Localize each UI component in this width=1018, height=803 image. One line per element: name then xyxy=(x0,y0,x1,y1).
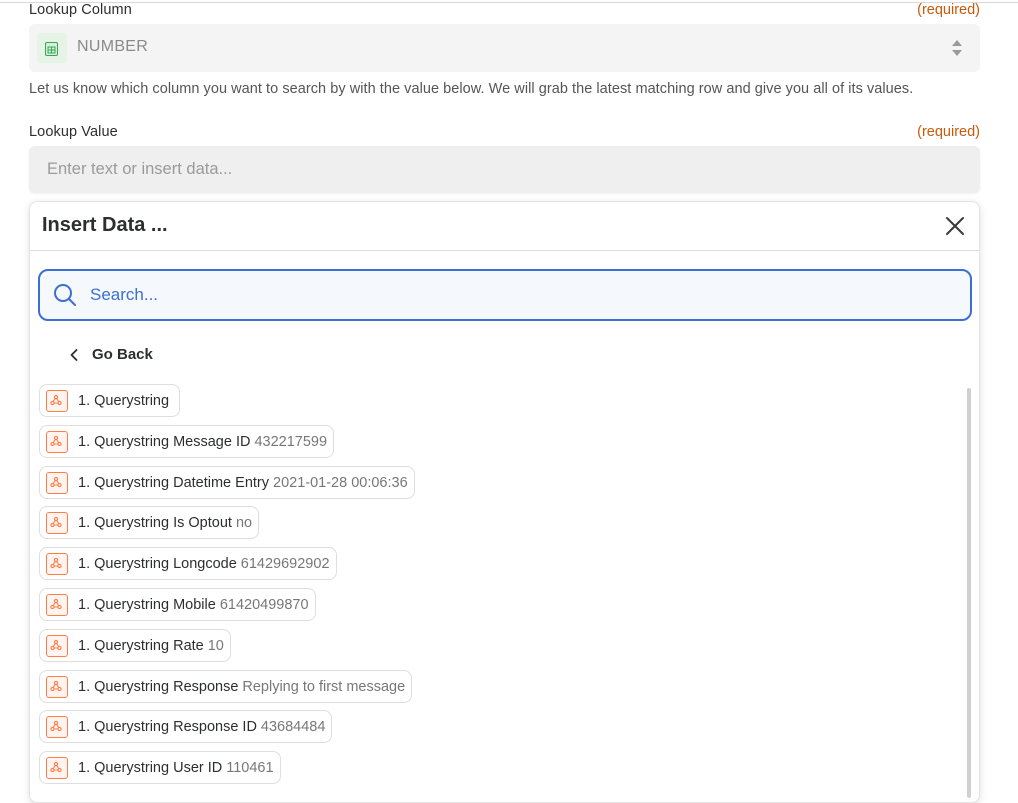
search-input[interactable] xyxy=(88,282,952,308)
data-item[interactable]: 1. Querystring xyxy=(39,384,181,417)
data-item[interactable]: 1. Querystring Response Replying to first… xyxy=(39,670,413,703)
data-item-label: 1. Querystring Is Optout xyxy=(78,514,232,531)
insert-data-panel: Insert Data ... Go Back 1. Querystring 1.… xyxy=(29,201,980,803)
webhook-icon xyxy=(46,675,68,698)
lookup-value-label: Lookup Value xyxy=(29,124,118,140)
data-item-value: Replying to first message xyxy=(242,678,406,695)
data-item-label: 1. Querystring Longcode xyxy=(78,555,237,572)
panel-title: Insert Data ... xyxy=(42,214,168,236)
webhook-icon xyxy=(46,715,68,738)
search-icon xyxy=(54,284,76,306)
lookup-column-label: Lookup Column xyxy=(29,2,132,18)
data-item-value: 10 xyxy=(207,637,224,654)
lookup-column-select[interactable]: NUMBER xyxy=(29,24,980,72)
data-item[interactable]: 1. Querystring Rate 10 xyxy=(39,629,231,662)
data-item-value: 61429692902 xyxy=(240,555,330,572)
webhook-icon xyxy=(46,593,68,616)
webhook-icon xyxy=(46,552,68,575)
lookup-column-value: NUMBER xyxy=(77,38,149,55)
top-divider xyxy=(0,2,1018,3)
go-back-button[interactable]: Go Back xyxy=(70,346,153,363)
lookup-value-placeholder: Enter text or insert data... xyxy=(47,160,233,178)
data-item[interactable]: 1. Querystring Mobile 61420499870 xyxy=(39,588,316,621)
webhook-icon xyxy=(46,430,68,453)
data-item-value: 43684484 xyxy=(260,718,326,735)
panel-divider xyxy=(30,250,979,251)
search-box[interactable] xyxy=(38,269,972,321)
webhook-icon xyxy=(46,756,68,779)
select-arrows-icon xyxy=(952,40,962,56)
scrollbar[interactable] xyxy=(967,388,971,798)
data-item[interactable]: 1. Querystring Datetime Entry 2021-01-28 … xyxy=(39,466,415,499)
data-item-label: 1. Querystring xyxy=(78,392,170,409)
data-item-value: 110461 xyxy=(226,759,274,776)
data-item-value: no xyxy=(235,514,253,531)
lookup-value-input[interactable]: Enter text or insert data... xyxy=(29,146,980,193)
lookup-column-help: Let us know which column you want to sea… xyxy=(29,81,914,97)
chevron-left-icon xyxy=(70,348,78,361)
data-item[interactable]: 1. Querystring User ID 110461 xyxy=(39,751,281,784)
data-item-label: 1. Querystring User ID xyxy=(78,759,223,776)
data-item[interactable]: 1. Querystring Is Optout no xyxy=(39,506,260,539)
data-item-label: 1. Querystring Response ID xyxy=(78,718,257,735)
data-item-value: 2021-01-28 00:06:36 xyxy=(273,474,408,491)
data-item[interactable]: 1. Querystring Message ID 432217599 xyxy=(39,425,335,458)
go-back-label: Go Back xyxy=(92,346,153,363)
data-item-value: 61420499870 xyxy=(219,596,309,613)
data-item[interactable]: 1. Querystring Longcode 61429692902 xyxy=(39,547,337,580)
data-item[interactable]: 1. Querystring Response ID 43684484 xyxy=(39,710,333,743)
data-item-label: 1. Querystring Datetime Entry xyxy=(78,474,269,491)
data-item-label: 1. Querystring Mobile xyxy=(78,596,216,613)
webhook-icon xyxy=(46,471,68,494)
lookup-value-required: (required) xyxy=(917,124,980,140)
webhook-icon xyxy=(46,511,68,534)
data-item-label: 1. Querystring Response xyxy=(78,678,239,695)
data-item-value: 432217599 xyxy=(254,433,328,450)
data-item-label: 1. Querystring Message ID xyxy=(78,433,251,450)
webhook-icon xyxy=(46,634,68,657)
lookup-column-required: (required) xyxy=(917,2,980,18)
webhook-icon xyxy=(46,389,68,412)
close-icon[interactable] xyxy=(945,216,965,236)
data-item-label: 1. Querystring Rate xyxy=(78,637,204,654)
spreadsheet-icon xyxy=(37,33,67,63)
